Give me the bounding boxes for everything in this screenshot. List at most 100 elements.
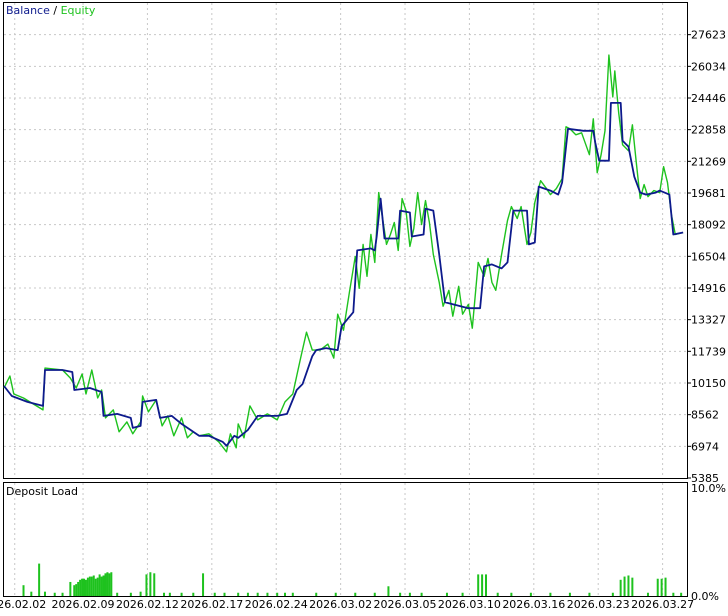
deposit-load-bar bbox=[30, 591, 33, 596]
deposit-load-bar bbox=[108, 573, 111, 596]
deposit-load-bar bbox=[680, 592, 683, 596]
y-tick-label: 10150 bbox=[691, 377, 726, 390]
deposit-load-bar bbox=[90, 576, 93, 596]
deposit-load-bar bbox=[43, 591, 46, 596]
load-tick-label: 0.0% bbox=[691, 590, 719, 603]
deposit-load-bar bbox=[100, 576, 103, 596]
deposit-load-bar bbox=[631, 577, 634, 596]
deposit-load-bar bbox=[646, 592, 649, 596]
deposit-load-bar bbox=[192, 592, 195, 596]
deposit-load-bar bbox=[291, 592, 294, 596]
deposit-load-bar bbox=[354, 592, 357, 596]
deposit-load-bar bbox=[145, 574, 148, 596]
deposit-load-bar bbox=[110, 572, 113, 596]
legend-equity: Equity bbox=[61, 4, 96, 17]
deposit-load-bar bbox=[168, 592, 171, 596]
deposit-load-bar bbox=[53, 592, 56, 596]
deposit-load-bar bbox=[256, 592, 259, 596]
deposit-load-bar bbox=[102, 575, 105, 596]
y-tick-label: 19681 bbox=[691, 187, 726, 200]
deposit-load-bar bbox=[481, 574, 484, 596]
deposit-load-bar bbox=[549, 592, 552, 596]
deposit-load-bar bbox=[315, 592, 318, 596]
x-tick-label: 2026.02.12 bbox=[116, 598, 179, 611]
x-tick-label: 2026.03.10 bbox=[438, 598, 501, 611]
deposit-load-bar bbox=[445, 592, 448, 596]
deposit-load-bar bbox=[129, 592, 132, 596]
deposit-load-title: Deposit Load bbox=[6, 485, 78, 498]
deposit-load-tick-labels: 10.0% 0.0% bbox=[691, 482, 726, 603]
legend-separator: / bbox=[50, 4, 61, 17]
deposit-load-bar bbox=[202, 573, 205, 596]
y-tick-label: 27623 bbox=[691, 29, 726, 42]
x-tick-label: 2026.03.05 bbox=[374, 598, 437, 611]
deposit-load-bar bbox=[106, 572, 109, 596]
x-axis-tick-labels: 2026.02.02 2026.02.092026.02.122026.02.17… bbox=[0, 598, 694, 611]
y-tick-label: 26034 bbox=[691, 60, 726, 73]
deposit-load-bar bbox=[664, 577, 667, 596]
x-tick-label: 2026.03.02 bbox=[309, 598, 372, 611]
y-tick-label: 8562 bbox=[691, 409, 719, 422]
deposit-load-bar bbox=[611, 592, 614, 596]
y-tick-label: 24446 bbox=[691, 92, 726, 105]
deposit-load-bar bbox=[399, 592, 402, 596]
deposit-load-bar bbox=[408, 592, 411, 596]
deposit-load-bar bbox=[79, 579, 82, 596]
deposit-load-bar bbox=[92, 575, 95, 596]
deposit-load-bar bbox=[77, 581, 80, 596]
deposit-load-bar bbox=[116, 592, 119, 596]
x-tick-label: 2026.03.27 bbox=[631, 598, 694, 611]
y-tick-label: 16504 bbox=[691, 250, 726, 263]
deposit-load-bar bbox=[98, 574, 101, 596]
deposit-load-bar bbox=[373, 592, 376, 596]
deposit-load-bar bbox=[276, 592, 279, 596]
deposit-load-bar bbox=[223, 592, 226, 596]
chart-canvas: 27623 26034 24446 22858 21269 19681 18092 16504… bbox=[0, 2, 726, 611]
deposit-load-bar bbox=[334, 592, 337, 596]
deposit-load-bar bbox=[246, 592, 249, 596]
deposit-load-bar bbox=[461, 592, 464, 596]
y-tick-label: 11739 bbox=[691, 345, 726, 358]
deposit-load-bar bbox=[94, 578, 97, 596]
deposit-load-bar bbox=[73, 585, 76, 596]
deposit-load-bar bbox=[104, 573, 107, 596]
legend: Balance / Equity bbox=[6, 4, 96, 17]
deposit-load-bar bbox=[420, 592, 423, 596]
deposit-load-bar bbox=[588, 592, 591, 596]
y-tick-label: 14916 bbox=[691, 282, 726, 295]
deposit-load-bar bbox=[623, 576, 626, 596]
deposit-load-bar bbox=[568, 592, 571, 596]
deposit-load-bar bbox=[83, 578, 86, 596]
deposit-load-bar bbox=[139, 591, 142, 596]
deposit-load-bar bbox=[61, 592, 64, 596]
deposit-load-bar bbox=[656, 578, 659, 596]
x-tick-label: 2026.03.16 bbox=[502, 598, 565, 611]
main-plot-frame bbox=[3, 2, 688, 479]
deposit-load-bar bbox=[660, 578, 663, 596]
deposit-load-bar bbox=[477, 574, 480, 596]
y-tick-label: 21269 bbox=[691, 155, 726, 168]
deposit-load-bar bbox=[81, 578, 84, 596]
deposit-load-bar bbox=[153, 573, 156, 596]
y-tick-label: 22858 bbox=[691, 124, 726, 137]
x-tick-label: 2026.02.09 bbox=[52, 598, 115, 611]
strategy-tester-chart: 27623 26034 24446 22858 21269 19681 18092 16504… bbox=[0, 0, 728, 612]
deposit-load-bar bbox=[96, 577, 99, 596]
deposit-load-bar bbox=[86, 577, 89, 596]
deposit-load-bar bbox=[88, 576, 91, 596]
deposit-load-bar bbox=[529, 592, 532, 596]
deposit-load-bar bbox=[510, 592, 513, 596]
deposit-load-bar bbox=[213, 592, 216, 596]
deposit-load-bar bbox=[284, 592, 287, 596]
load-tick-label: 10.0% bbox=[691, 482, 726, 495]
deposit-load-bar bbox=[69, 581, 72, 596]
y-tick-label: 18092 bbox=[691, 219, 726, 232]
x-tick-label: 2026.02.17 bbox=[180, 598, 243, 611]
x-tick-label: 2026.03.23 bbox=[567, 598, 630, 611]
deposit-load-bar bbox=[485, 574, 488, 596]
deposit-load-bar bbox=[149, 572, 152, 596]
y-tick-label: 6974 bbox=[691, 440, 719, 453]
deposit-load-bar bbox=[237, 592, 240, 596]
x-tick-label: 2026.02.24 bbox=[245, 598, 308, 611]
deposit-load-bar bbox=[38, 563, 41, 596]
